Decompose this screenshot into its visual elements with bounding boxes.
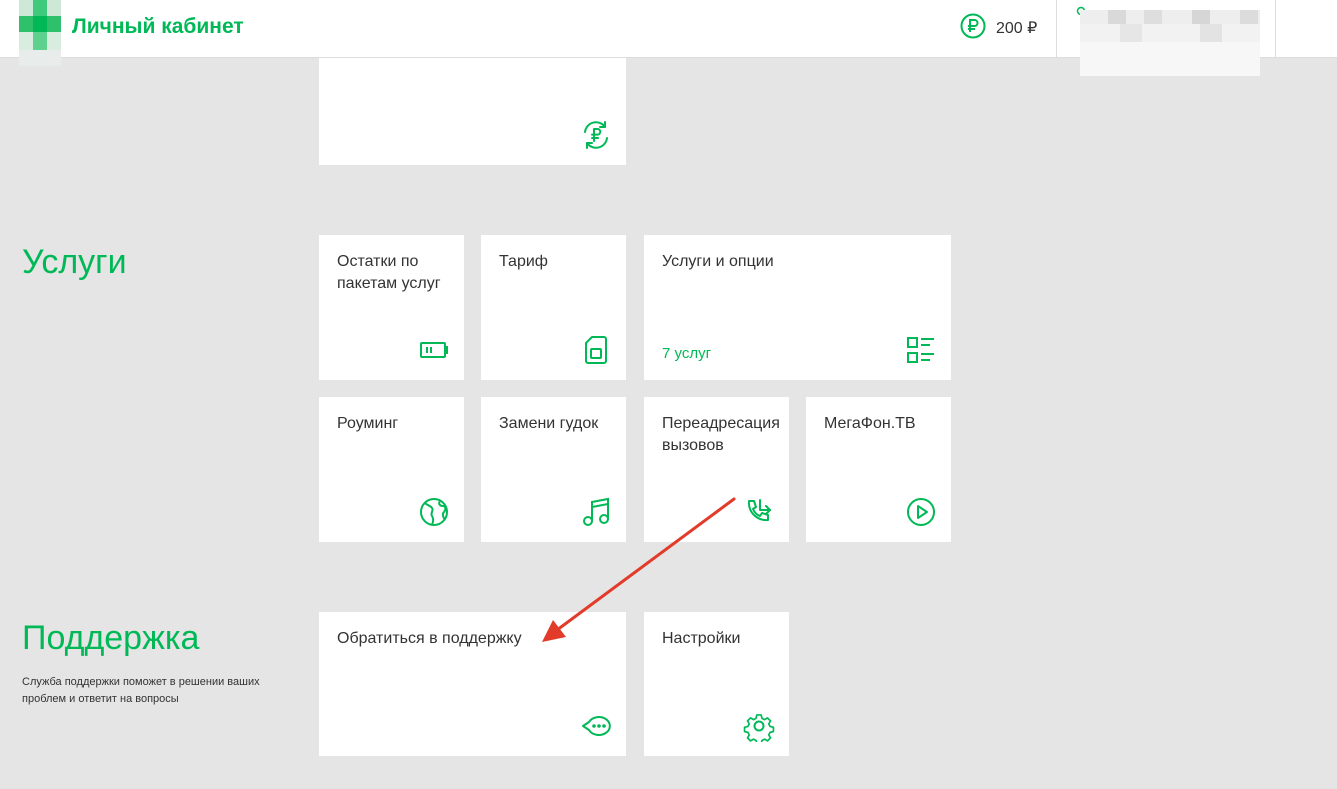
- services-options-tile[interactable]: Услуги и опции 7 услуг: [644, 235, 951, 380]
- header-divider: [1056, 0, 1057, 57]
- tile-label: Тариф: [499, 253, 548, 270]
- balance-amount: 200 ₽: [996, 20, 1038, 37]
- battery-icon: [418, 334, 450, 366]
- support-description: Служба поддержки поможет в решении ваших…: [22, 676, 260, 705]
- sim-card-icon: [580, 334, 612, 366]
- play-icon: [905, 496, 937, 528]
- tile-label: Настройки: [662, 630, 741, 647]
- tariff-tile[interactable]: Тариф: [481, 235, 626, 380]
- remaining-packages-tile[interactable]: Остатки по пакетам услуг: [319, 235, 464, 380]
- balance[interactable]: 200 ₽: [960, 13, 1038, 44]
- balance-tile[interactable]: [319, 58, 626, 165]
- services-heading: Услуги: [22, 243, 127, 281]
- globe-icon: [418, 496, 450, 528]
- megafon-tv-tile[interactable]: МегаФон.ТВ: [806, 397, 951, 542]
- app-title[interactable]: Личный кабинет: [72, 15, 244, 39]
- header-divider: [1275, 0, 1276, 57]
- ruble-circle-icon: [960, 13, 986, 44]
- call-forwarding-tile[interactable]: Переадресация вызовов: [644, 397, 789, 542]
- replace-ringtone-tile[interactable]: Замени гудок: [481, 397, 626, 542]
- options-list-icon: [905, 334, 937, 366]
- tile-label: Остатки по пакетам услуг: [337, 253, 441, 292]
- chat-bubble-icon: [580, 710, 612, 742]
- logo[interactable]: [19, 0, 61, 66]
- tile-label: МегаФон.ТВ: [824, 415, 916, 432]
- ruble-refresh-icon: [580, 119, 612, 151]
- tile-label: Услуги и опции: [662, 253, 774, 270]
- tile-label: Переадресация вызовов: [662, 415, 780, 454]
- music-note-icon: [580, 496, 612, 528]
- header: Личный кабинет 200 ₽: [0, 0, 1337, 76]
- roaming-tile[interactable]: Роуминг: [319, 397, 464, 542]
- tile-label: Обратиться в поддержку: [337, 630, 522, 647]
- contact-support-tile[interactable]: Обратиться в поддержку: [319, 612, 626, 756]
- tile-label: Замени гудок: [499, 415, 599, 432]
- settings-tile[interactable]: Настройки: [644, 612, 789, 756]
- tile-label: Роуминг: [337, 415, 399, 432]
- call-forward-icon: [743, 496, 775, 528]
- user-name-blurred[interactable]: [1080, 6, 1260, 76]
- support-heading: Поддержка: [22, 619, 200, 657]
- gear-icon: [743, 710, 775, 742]
- services-count: 7 услуг: [662, 345, 712, 362]
